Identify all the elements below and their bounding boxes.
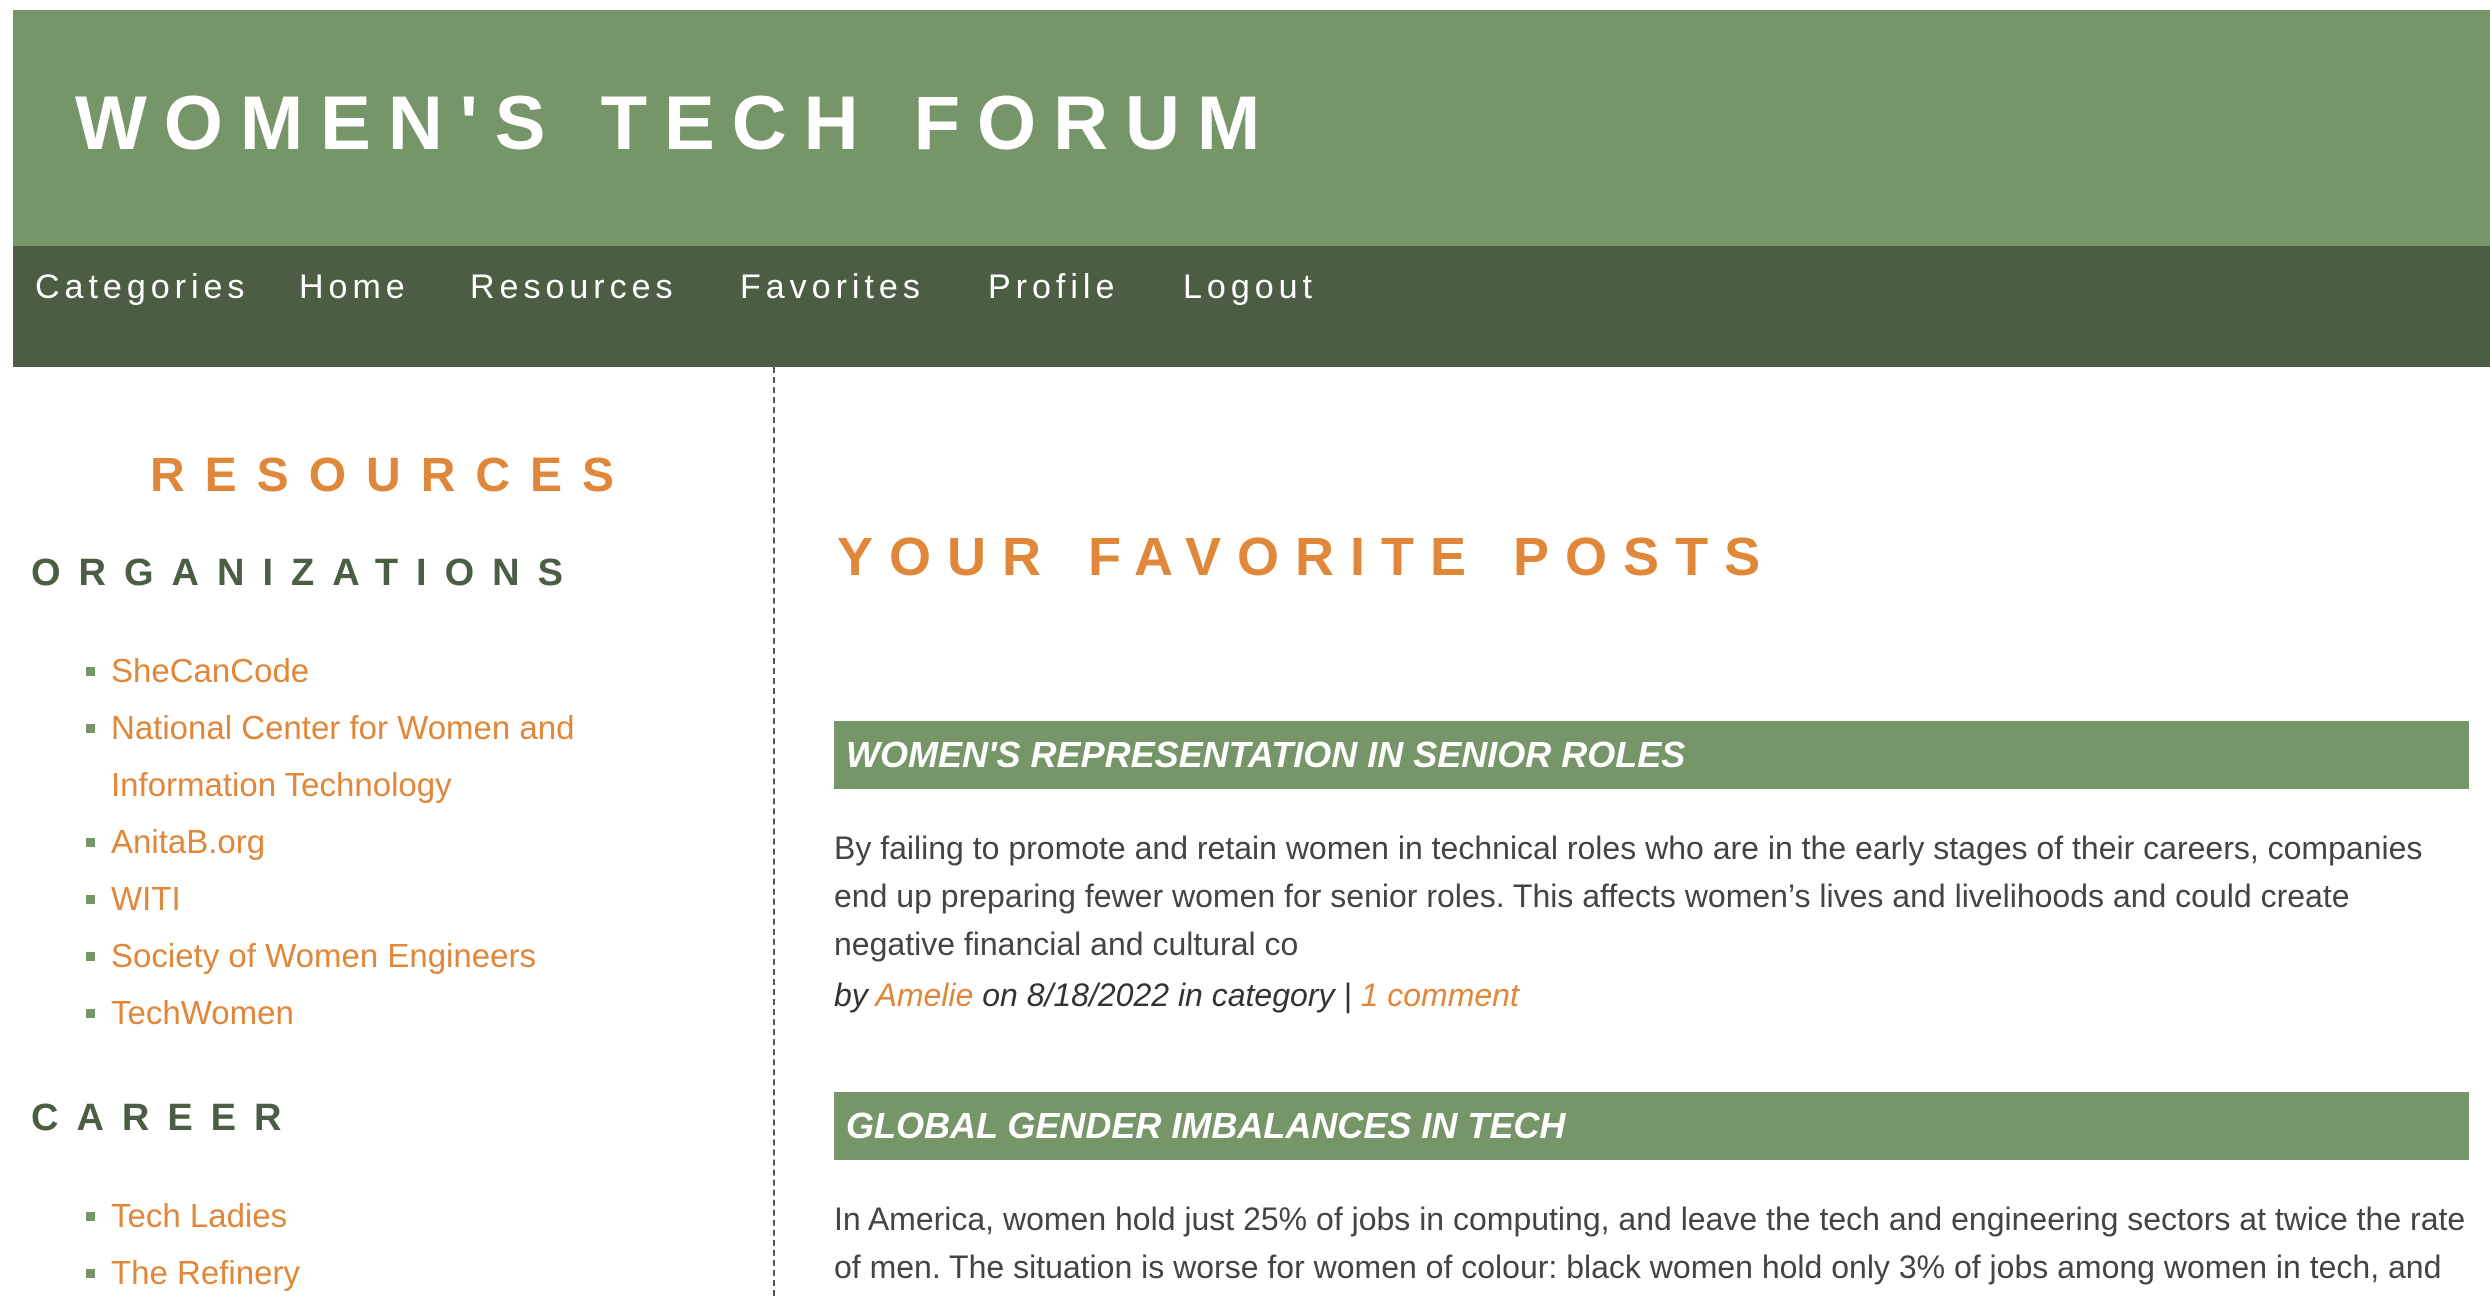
page-title: YOUR FAVORITE POSTS: [837, 527, 1777, 587]
career-heading: CAREER: [31, 1097, 300, 1139]
post-title-bar: WOMEN'S REPRESENTATION IN SENIOR ROLES: [834, 721, 2469, 789]
square-bullet-icon: [86, 667, 95, 676]
resource-link-ncwit[interactable]: National Center for Women and Informatio…: [111, 709, 574, 803]
resource-link-swe[interactable]: Society of Women Engineers: [111, 937, 536, 974]
list-item: Society of Women Engineers: [0, 927, 611, 984]
resources-sidebar: RESOURCES ORGANIZATIONS SheCanCode Natio…: [0, 367, 775, 1296]
post-meta-by: by: [834, 977, 868, 1013]
post-author-link[interactable]: Amelie: [876, 977, 974, 1013]
post-title-link[interactable]: GLOBAL GENDER IMBALANCES IN TECH: [846, 1105, 1565, 1146]
post-title: GLOBAL GENDER IMBALANCES IN TECH: [834, 1092, 2469, 1160]
post-meta-date-category: on 8/18/2022 in category |: [982, 977, 1352, 1013]
square-bullet-icon: [86, 1269, 95, 1278]
main-nav: Categories Home Resources Favorites Prof…: [13, 246, 2490, 367]
list-item: National Center for Women and Informatio…: [0, 699, 611, 813]
organizations-heading: ORGANIZATIONS: [31, 552, 581, 594]
resource-link-the-refinery[interactable]: The Refinery: [111, 1254, 300, 1291]
list-item: AnitaB.org: [0, 813, 611, 870]
list-item: SheCanCode: [0, 642, 611, 699]
square-bullet-icon: [86, 952, 95, 961]
post-title-bar: GLOBAL GENDER IMBALANCES IN TECH: [834, 1092, 2469, 1160]
square-bullet-icon: [86, 895, 95, 904]
career-list: Tech Ladies The Refinery: [0, 1187, 611, 1301]
post-meta: by Amelie on 8/18/2022 in category | 1 c…: [834, 971, 1519, 1019]
post-comments-link[interactable]: 1 comment: [1361, 977, 1519, 1013]
nav-resources[interactable]: Resources: [470, 264, 678, 312]
square-bullet-icon: [86, 1212, 95, 1221]
resource-link-techwomen[interactable]: TechWomen: [111, 994, 294, 1031]
list-item: TechWomen: [0, 984, 611, 1041]
post-title-link[interactable]: WOMEN'S REPRESENTATION IN SENIOR ROLES: [846, 734, 1685, 775]
post-title: WOMEN'S REPRESENTATION IN SENIOR ROLES: [834, 721, 2469, 789]
square-bullet-icon: [86, 724, 95, 733]
post-excerpt: By failing to promote and retain women i…: [834, 830, 2423, 962]
list-item: Tech Ladies: [0, 1187, 611, 1244]
nav-home[interactable]: Home: [299, 264, 410, 312]
resource-link-shecancode[interactable]: SheCanCode: [111, 652, 309, 689]
resource-link-witi[interactable]: WITI: [111, 880, 181, 917]
square-bullet-icon: [86, 1009, 95, 1018]
nav-profile[interactable]: Profile: [988, 264, 1119, 312]
resource-link-tech-ladies[interactable]: Tech Ladies: [111, 1197, 287, 1234]
nav-favorites[interactable]: Favorites: [740, 264, 925, 312]
main-content: YOUR FAVORITE POSTS WOMEN'S REPRESENTATI…: [775, 367, 2490, 1296]
list-item: The Refinery: [0, 1244, 611, 1301]
nav-categories[interactable]: Categories: [35, 264, 249, 312]
square-bullet-icon: [86, 838, 95, 847]
organizations-list: SheCanCode National Center for Women and…: [0, 642, 611, 1041]
nav-logout[interactable]: Logout: [1183, 264, 1317, 312]
list-item: WITI: [0, 870, 611, 927]
post-excerpt: In America, women hold just 25% of jobs …: [834, 1201, 2466, 1285]
site-header: WOMEN'S TECH FORUM: [13, 10, 2490, 246]
resource-link-anitab[interactable]: AnitaB.org: [111, 823, 265, 860]
resources-title: RESOURCES: [150, 449, 635, 502]
site-title[interactable]: WOMEN'S TECH FORUM: [75, 86, 1277, 162]
